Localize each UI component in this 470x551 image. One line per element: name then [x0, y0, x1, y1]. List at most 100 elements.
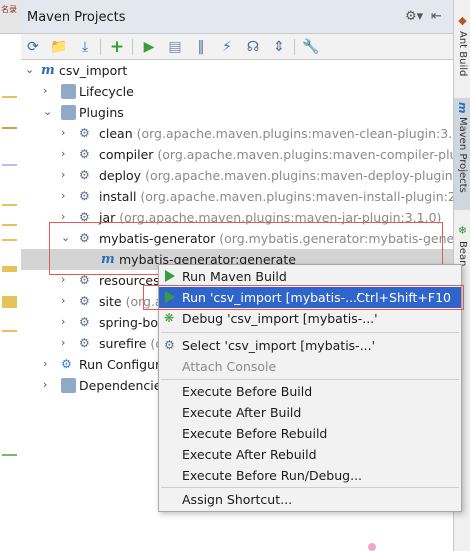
- chevron-right-icon[interactable]: ›: [61, 147, 65, 160]
- tab-label: Maven Projects: [457, 117, 468, 194]
- gutter-marker: [2, 164, 17, 166]
- chevron-right-icon[interactable]: ›: [43, 378, 47, 391]
- gutter-marker: [2, 96, 17, 98]
- plugin-icon: ⚙: [79, 189, 90, 203]
- menu-item-label: Run Maven Build: [182, 269, 287, 284]
- tree-node-label: Run Configura: [79, 357, 168, 372]
- plugin-icon: ⚙: [79, 168, 90, 182]
- tree-node-project[interactable]: ⌄ m csv_import: [21, 60, 453, 81]
- execute-goal-icon[interactable]: ▤: [165, 37, 185, 57]
- gutter-marker: [2, 127, 17, 129]
- panel-titlebar: Maven Projects ⚙▾ ⇤: [21, 0, 453, 34]
- plugin-icon: ⚙: [79, 294, 90, 308]
- download-icon[interactable]: ⤓: [75, 37, 95, 57]
- gutter-marker: [2, 239, 17, 241]
- hide-panel-icon[interactable]: ⇤: [431, 9, 442, 24]
- gutter-marker: [2, 224, 17, 226]
- chevron-down-icon[interactable]: ⌄: [43, 105, 52, 118]
- menu-separator: [161, 379, 459, 380]
- plugin-icon: ⚙: [79, 315, 90, 329]
- panel-toolbar: ⟳ 📁 ⤓ + ▶ ▤ ‖ ⚡ ☊ ⇕ 🔧: [21, 34, 453, 60]
- tree-node-plugin[interactable]: › ⚙ install (org.apache.maven.plugins:ma…: [21, 186, 470, 207]
- menu-item-attach-console: Attach Console: [159, 356, 461, 377]
- menu-item-run-maven-build[interactable]: Run Maven Build: [159, 266, 461, 287]
- menu-item-execute-before-run-debug[interactable]: Execute Before Run/Debug...: [159, 465, 461, 486]
- menu-item-label: Execute Before Run/Debug...: [182, 468, 363, 483]
- plugin-icon: ⚙: [79, 336, 90, 350]
- reimport-icon[interactable]: ⟳: [23, 37, 43, 57]
- ide-window: 名录 Maven Projects ⚙▾ ⇤ ⟳ 📁 ⤓ + ▶ ▤ ‖ ⚡ ☊…: [0, 0, 470, 551]
- plugin-name: surefire: [99, 336, 147, 351]
- plugin-name: site: [99, 294, 122, 309]
- run-icon[interactable]: ▶: [139, 37, 159, 57]
- collapse-icon[interactable]: ⇕: [269, 37, 289, 57]
- panel-title: Maven Projects: [27, 10, 126, 25]
- plugin-icon: ⚙: [79, 273, 90, 287]
- menu-item-label: Attach Console: [182, 359, 277, 374]
- tree-node-plugins[interactable]: ⌄ Plugins: [21, 102, 453, 123]
- chevron-right-icon[interactable]: ›: [61, 126, 65, 139]
- menu-item-execute-before-build[interactable]: Execute Before Build: [159, 381, 461, 402]
- menu-item-label: Execute After Build: [182, 405, 302, 420]
- gutter-marker: [2, 204, 17, 206]
- gear-icon[interactable]: ⚙▾: [405, 9, 423, 24]
- editor-tab-fragment[interactable]: 名录: [0, 0, 21, 34]
- maven-icon: m: [456, 102, 469, 114]
- chevron-right-icon[interactable]: ›: [61, 294, 65, 307]
- chevron-right-icon[interactable]: ›: [43, 357, 47, 370]
- tree-node-plugin[interactable]: › ⚙ deploy (org.apache.maven.plugins:mav…: [21, 165, 470, 186]
- ant-icon: ◆: [456, 14, 469, 27]
- gutter-marker: [2, 454, 17, 456]
- tab-bean[interactable]: ❄ Bean: [454, 220, 470, 270]
- tree-node-label: Plugins: [79, 105, 124, 120]
- gutter-marker: [2, 266, 17, 272]
- chevron-right-icon[interactable]: ›: [61, 168, 65, 181]
- tree-node-label: Dependencies: [79, 378, 168, 393]
- plugin-detail: (org.apache.maven.plugins:maven-compiler…: [157, 147, 470, 162]
- add-folder-icon[interactable]: 📁: [49, 37, 69, 57]
- chevron-right-icon[interactable]: ›: [43, 84, 47, 97]
- plugin-detail: (org.apache.maven.plugins:maven-clean-pl…: [136, 126, 470, 141]
- gutter-marker: [2, 330, 17, 332]
- gutter-marker: [2, 296, 17, 308]
- menu-item-execute-after-rebuild[interactable]: Execute After Rebuild: [159, 444, 461, 465]
- plus-icon[interactable]: +: [107, 37, 127, 57]
- lightning-icon[interactable]: ⚡: [217, 37, 237, 57]
- bean-icon: ❄: [456, 224, 469, 237]
- menu-item-assign-shortcut[interactable]: Assign Shortcut...: [159, 489, 461, 510]
- debug-icon: ❋: [164, 311, 175, 325]
- plugin-name: spring-bo: [99, 315, 159, 330]
- menu-separator: [161, 487, 459, 488]
- tree-node-lifecycle[interactable]: › Lifecycle: [21, 81, 453, 102]
- tab-maven-projects[interactable]: m Maven Projects: [454, 98, 470, 210]
- menu-item-label: Assign Shortcut...: [182, 492, 293, 507]
- settings-icon[interactable]: 🔧: [301, 37, 321, 57]
- toggle-offline-icon[interactable]: ‖: [191, 37, 211, 57]
- annotation-highlight-box: [143, 285, 464, 310]
- dependencies-icon[interactable]: ☊: [243, 37, 263, 57]
- menu-item-label: Execute After Rebuild: [182, 447, 317, 462]
- editor-gutter-strip: 名录: [0, 0, 21, 551]
- menu-separator: [161, 332, 459, 333]
- chevron-down-icon[interactable]: ⌄: [25, 63, 34, 76]
- run-configurations-icon: ⚙: [61, 357, 72, 371]
- menu-item-label: Execute Before Build: [182, 384, 313, 399]
- menu-item-select-config[interactable]: ⚙ Select 'csv_import [mybatis-...': [159, 335, 461, 356]
- chevron-right-icon[interactable]: ›: [61, 315, 65, 328]
- tree-node-plugin[interactable]: › ⚙ clean (org.apache.maven.plugins:mave…: [21, 123, 470, 144]
- toolbar-separator: [100, 39, 101, 55]
- tab-label: Ant Build: [457, 31, 468, 77]
- maven-project-icon: m: [41, 63, 55, 78]
- menu-item-debug-config[interactable]: ❋ Debug 'csv_import [mybatis-...': [159, 308, 461, 329]
- chevron-right-icon[interactable]: ›: [61, 336, 65, 349]
- select-icon: ⚙: [164, 338, 175, 352]
- menu-item-execute-after-build[interactable]: Execute After Build: [159, 402, 461, 423]
- tree-node-plugin[interactable]: › ⚙ compiler (org.apache.maven.plugins:m…: [21, 144, 470, 165]
- chevron-right-icon[interactable]: ›: [61, 189, 65, 202]
- folder-icon: [61, 105, 76, 120]
- plugin-detail: (org.apache.maven.plugins:maven-install-…: [140, 189, 470, 204]
- tab-ant-build[interactable]: ◆ Ant Build: [454, 10, 470, 90]
- decorative-dot: [368, 543, 376, 551]
- folder-icon: [61, 84, 76, 99]
- menu-item-execute-before-rebuild[interactable]: Execute Before Rebuild: [159, 423, 461, 444]
